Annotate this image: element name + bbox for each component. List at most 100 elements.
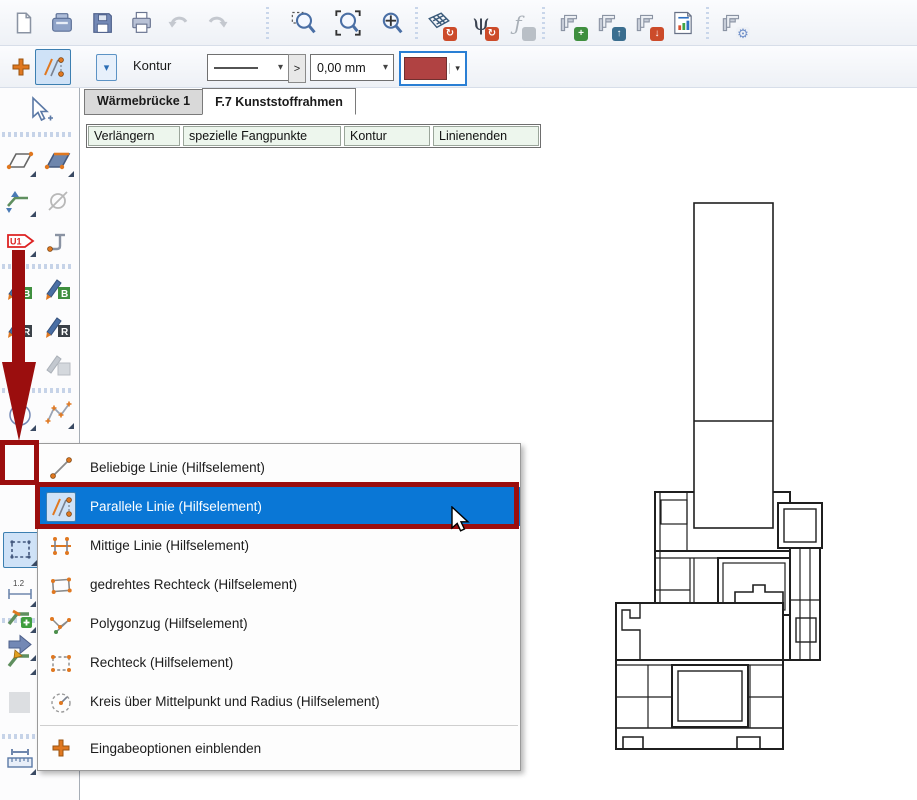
line-width-select[interactable]: 0,00 mm ▾ — [310, 54, 394, 81]
tool-dropdown-button[interactable]: ▾ — [96, 54, 117, 81]
line-style-more-button[interactable]: > — [288, 54, 306, 83]
undo-button-disabled[interactable] — [161, 5, 197, 41]
frame-export-button[interactable]: ↓ — [628, 5, 664, 41]
parallel-line-icon — [40, 54, 66, 80]
ruler-tool[interactable] — [3, 742, 37, 776]
frame-add-button[interactable]: + — [552, 5, 588, 41]
menu-item-kreis[interactable]: Kreis über Mittelpunkt und Radius (Hilfs… — [38, 682, 520, 721]
svg-text:1.2: 1.2 — [13, 579, 25, 588]
snap-button-linienenden[interactable]: Linienenden — [433, 126, 539, 146]
svg-text:R: R — [61, 327, 69, 338]
f-function-button-disabled[interactable]: ƒ — [500, 5, 536, 41]
kontur-label: Kontur — [133, 58, 171, 73]
elbow-edit-icon — [5, 644, 35, 674]
menu-item-label: Kreis über Mittelpunkt und Radius (Hilfs… — [90, 694, 380, 709]
circle-helper-tool[interactable] — [3, 398, 37, 432]
pen-b-tool[interactable]: B — [3, 272, 37, 306]
snap-button-fangpunkte[interactable]: spezielle Fangpunkte — [183, 126, 341, 146]
parallel-line-icon — [46, 492, 76, 522]
refresh-badge: ↻ — [443, 27, 457, 41]
snap-button-verlaengern[interactable]: Verlängern — [88, 126, 180, 146]
parallelogram-filled-tool[interactable] — [41, 144, 75, 178]
helper-element-tool-selected[interactable] — [3, 532, 39, 568]
u1-boundary-tool[interactable]: U1 — [3, 224, 37, 258]
chevron-down-icon: ▾ — [104, 61, 110, 74]
pen-disabled-icon — [5, 350, 35, 380]
toolbar-main: ↻ ψ ↻ ƒ + ↑ — [0, 0, 917, 46]
gear-badge: ⚙ — [736, 27, 750, 41]
tab-waermebruecke[interactable]: Wärmebrücke 1 — [84, 89, 202, 115]
frame-import-button[interactable]: ↑ — [590, 5, 626, 41]
toolbar-separator — [540, 7, 546, 39]
print-icon — [127, 9, 155, 37]
open-button[interactable] — [44, 5, 80, 41]
elbow-edit-tool[interactable] — [3, 642, 37, 676]
elbow-add-tool[interactable] — [3, 600, 37, 634]
save-button[interactable] — [84, 5, 120, 41]
tab-kunststoffrahmen[interactable]: F.7 Kunststoffrahmen — [202, 88, 356, 115]
disabled-badge — [522, 27, 536, 41]
menu-item-label: Polygonzug (Hilfselement) — [90, 616, 248, 631]
frame-profile-drawing — [605, 195, 845, 770]
menu-item-label: Mittige Linie (Hilfselement) — [90, 538, 249, 553]
polyline-arrows-tool[interactable] — [3, 184, 37, 218]
parallelogram-outline-icon — [5, 146, 35, 176]
dashed-rectangle-icon — [7, 536, 35, 564]
mesh-refresh-button[interactable]: ↻ — [421, 5, 457, 41]
snap-button-kontur[interactable]: Kontur — [344, 126, 430, 146]
pipe-tool[interactable] — [41, 224, 75, 258]
disabled-tool — [3, 686, 37, 720]
chevron-down-icon: ▾ — [273, 62, 288, 73]
menu-item-polygonzug[interactable]: Polygonzug (Hilfselement) — [38, 604, 520, 643]
menu-item-mittige-linie[interactable]: Mittige Linie (Hilfselement) — [38, 526, 520, 565]
plus-icon — [46, 733, 76, 763]
menu-item-rechteck[interactable]: Rechteck (Hilfselement) — [38, 643, 520, 682]
line-style-select[interactable]: ▾ — [207, 54, 289, 81]
disabled-square-icon — [5, 688, 35, 718]
parallelogram-outline-tool[interactable] — [3, 144, 37, 178]
open-icon — [48, 9, 76, 37]
color-swatch — [404, 57, 447, 80]
toolbar-separator — [264, 7, 270, 39]
toolbar-separator — [413, 7, 419, 39]
u1-icon: U1 — [5, 226, 35, 256]
color-dropdown-arrow[interactable]: ▾ — [449, 63, 465, 74]
input-options-button[interactable] — [8, 54, 34, 80]
zoom-pan-button[interactable] — [374, 5, 410, 41]
circle-measure-tool-disabled[interactable] — [41, 184, 75, 218]
zoom-pan-icon — [378, 9, 406, 37]
zoom-window-button[interactable] — [286, 5, 322, 41]
polyline-plus-icon — [43, 398, 73, 428]
pen-r-badge-tool[interactable]: R — [41, 310, 75, 344]
new-document-button[interactable] — [6, 5, 42, 41]
line-color-picker[interactable]: ▾ — [399, 51, 467, 86]
pen-b-badge-tool[interactable]: B — [41, 272, 75, 306]
print-button[interactable] — [123, 5, 159, 41]
zoom-fit-button[interactable] — [330, 5, 366, 41]
sidebar-separator — [2, 264, 74, 269]
report-button[interactable] — [665, 5, 701, 41]
undo-icon — [165, 9, 193, 37]
active-tool-parallel-line[interactable] — [35, 49, 71, 85]
menu-item-beliebige-linie[interactable]: Beliebige Linie (Hilfselement) — [38, 448, 520, 487]
frame-settings-button[interactable]: ⚙ — [714, 5, 750, 41]
pen-r-tool[interactable]: R — [3, 310, 37, 344]
report-icon — [669, 9, 697, 37]
chevron-down-icon: ▾ — [378, 62, 393, 73]
toolbar-separator — [704, 7, 710, 39]
redo-button-disabled[interactable] — [199, 5, 235, 41]
menu-item-eingabeoptionen[interactable]: Eingabeoptionen einblenden — [38, 730, 520, 766]
pipe-t-icon — [43, 226, 73, 256]
select-tool[interactable] — [22, 93, 56, 127]
parallelogram-filled-icon — [43, 146, 73, 176]
zoom-window-icon — [290, 9, 318, 37]
sidebar-separator — [2, 132, 74, 137]
psi-refresh-button[interactable]: ψ ↻ — [463, 5, 499, 41]
pen-badge-tool-disabled[interactable] — [41, 348, 75, 382]
pen-tool-disabled[interactable] — [3, 348, 37, 382]
plus-icon — [10, 56, 32, 78]
select-arrow-icon — [24, 95, 54, 125]
menu-item-parallele-linie[interactable]: Parallele Linie (Hilfselement) — [38, 487, 520, 526]
polyline-plus-tool[interactable] — [41, 396, 75, 430]
menu-item-gedrehtes-rechteck[interactable]: gedrehtes Rechteck (Hilfselement) — [38, 565, 520, 604]
